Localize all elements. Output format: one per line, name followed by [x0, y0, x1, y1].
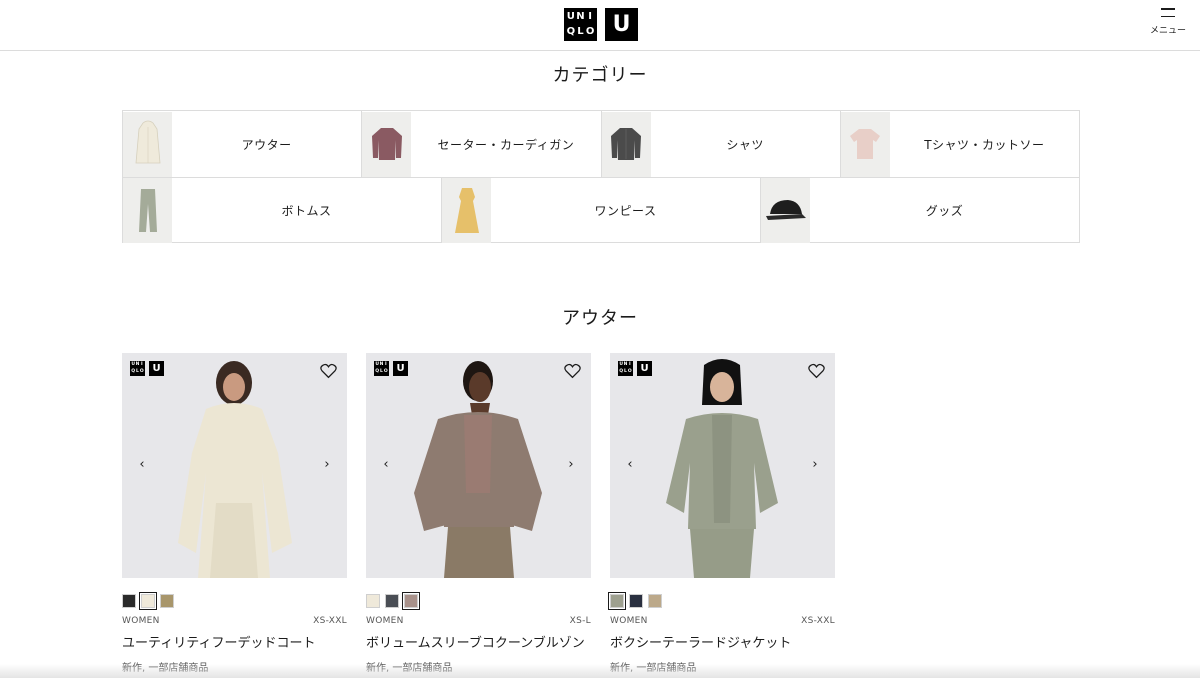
product-card[interactable]: UNIQLO U ‹ › WOMEN XS-XXL ボクシーテーラードジャケット… — [608, 353, 835, 674]
uniqlo-logo-icon[interactable]: U N I Q L O — [564, 8, 597, 41]
logo-letter: L — [577, 25, 584, 37]
dress-icon — [442, 178, 491, 243]
brand-logo[interactable]: U N I Q L O U — [564, 8, 638, 41]
category-row: ボトムス ワンピース グッズ — [123, 177, 1079, 243]
product-gender: WOMEN — [122, 616, 160, 626]
photo-logo: UNIQLO U — [374, 361, 408, 376]
photo-logo: UNIQLO U — [618, 361, 652, 376]
product-meta: WOMEN XS-XXL — [610, 616, 835, 626]
category-bottoms[interactable]: ボトムス — [123, 178, 442, 243]
logo-letter: I — [588, 11, 593, 23]
coat-icon — [123, 111, 172, 177]
chevron-left-icon[interactable]: ‹ — [378, 457, 394, 473]
category-goods[interactable]: グッズ — [761, 178, 1079, 243]
tshirt-icon — [840, 111, 890, 177]
category-label: ワンピース — [594, 204, 657, 218]
product-size: XS-XXL — [801, 616, 835, 626]
color-swatch[interactable] — [139, 592, 157, 610]
chevron-right-icon[interactable]: › — [563, 457, 579, 473]
category-tshirts[interactable]: Tシャツ・カットソー — [840, 111, 1079, 177]
category-outer[interactable]: アウター — [123, 111, 363, 177]
outer-section-title: アウター — [562, 308, 638, 329]
category-label: アウター — [241, 137, 292, 152]
cap-icon — [761, 178, 810, 243]
category-shirts[interactable]: シャツ — [601, 111, 841, 177]
heart-icon[interactable] — [808, 363, 825, 379]
product-gender: WOMEN — [610, 616, 648, 626]
color-swatch[interactable] — [629, 594, 643, 608]
site-header: U N I Q L O U メニュー — [0, 0, 1200, 51]
menu-label: メニュー — [1150, 26, 1187, 36]
category-label: シャツ — [726, 137, 764, 152]
category-row: アウター セーター・カーディガン シャツ Tシャツ・カットソー — [123, 111, 1079, 177]
color-swatch[interactable] — [402, 592, 420, 610]
color-swatch[interactable] — [648, 594, 662, 608]
category-label: セーター・カーディガン — [437, 137, 575, 152]
logo-letter: Q — [566, 25, 576, 37]
product-meta: WOMEN XS-XXL — [122, 616, 347, 626]
category-label: Tシャツ・カットソー — [924, 137, 1045, 152]
product-list: UNIQLO U ‹ › WOMEN XS-XXL ユーティリティフーデッドコー… — [122, 353, 835, 674]
heart-icon[interactable] — [564, 363, 581, 379]
color-swatches — [366, 592, 591, 610]
model-photo — [178, 361, 292, 578]
hamburger-icon[interactable] — [1161, 8, 1175, 17]
chevron-right-icon[interactable]: › — [807, 457, 823, 473]
product-size: XS-L — [569, 616, 591, 626]
menu-button[interactable]: メニュー — [1150, 8, 1186, 36]
product-image[interactable]: UNIQLO U ‹ › — [122, 353, 347, 578]
product-name[interactable]: ボリュームスリーブコクーンブルゾン — [366, 632, 591, 651]
chevron-left-icon[interactable]: ‹ — [134, 457, 150, 473]
category-grid: アウター セーター・カーディガン シャツ Tシャツ・カットソー ボトムス ワンピ… — [122, 110, 1080, 243]
sweater-icon — [362, 111, 412, 177]
product-card[interactable]: UNIQLO U ‹ › WOMEN XS-L ボリュームスリーブコクーンブルゾ… — [366, 353, 591, 674]
category-label: ボトムス — [281, 204, 332, 218]
heart-icon[interactable] — [320, 363, 337, 379]
logo-letter: N — [576, 11, 585, 23]
mini-uniqlo-logo-icon: UNIQLO — [130, 361, 145, 376]
product-meta: WOMEN XS-L — [366, 616, 591, 626]
pants-icon — [123, 178, 172, 243]
color-swatches — [608, 592, 835, 610]
scroll-shadow — [0, 664, 1200, 678]
color-swatch[interactable] — [366, 594, 380, 608]
mini-u-logo-icon: U — [637, 361, 652, 376]
product-name[interactable]: ユーティリティフーデッドコート — [122, 632, 347, 651]
category-label: グッズ — [925, 204, 964, 218]
color-swatches — [122, 592, 347, 610]
product-image[interactable]: UNIQLO U ‹ › — [366, 353, 591, 578]
logo-letter: U — [566, 11, 575, 23]
category-dresses[interactable]: ワンピース — [442, 178, 761, 243]
shirt-icon — [601, 111, 651, 177]
mini-uniqlo-logo-icon: UNIQLO — [618, 361, 633, 376]
model-photo — [666, 359, 778, 578]
mini-uniqlo-logo-icon: UNIQLO — [374, 361, 389, 376]
category-sweater-cardigan[interactable]: セーター・カーディガン — [362, 111, 602, 177]
product-name[interactable]: ボクシーテーラードジャケット — [610, 632, 835, 651]
model-photo — [414, 361, 542, 578]
product-card[interactable]: UNIQLO U ‹ › WOMEN XS-XXL ユーティリティフーデッドコー… — [122, 353, 347, 674]
product-gender: WOMEN — [366, 616, 404, 626]
categories-title: カテゴリー — [552, 65, 648, 86]
color-swatch[interactable] — [608, 592, 626, 610]
logo-letter: O — [585, 25, 595, 37]
color-swatch[interactable] — [385, 594, 399, 608]
product-size: XS-XXL — [313, 616, 347, 626]
color-swatch[interactable] — [122, 594, 136, 608]
mini-u-logo-icon: U — [149, 361, 164, 376]
mini-u-logo-icon: U — [393, 361, 408, 376]
photo-logo: UNIQLO U — [130, 361, 164, 376]
product-image[interactable]: UNIQLO U ‹ › — [610, 353, 835, 578]
chevron-left-icon[interactable]: ‹ — [622, 457, 638, 473]
color-swatch[interactable] — [160, 594, 174, 608]
chevron-right-icon[interactable]: › — [319, 457, 335, 473]
uniqlo-u-logo-icon[interactable]: U — [605, 8, 638, 41]
